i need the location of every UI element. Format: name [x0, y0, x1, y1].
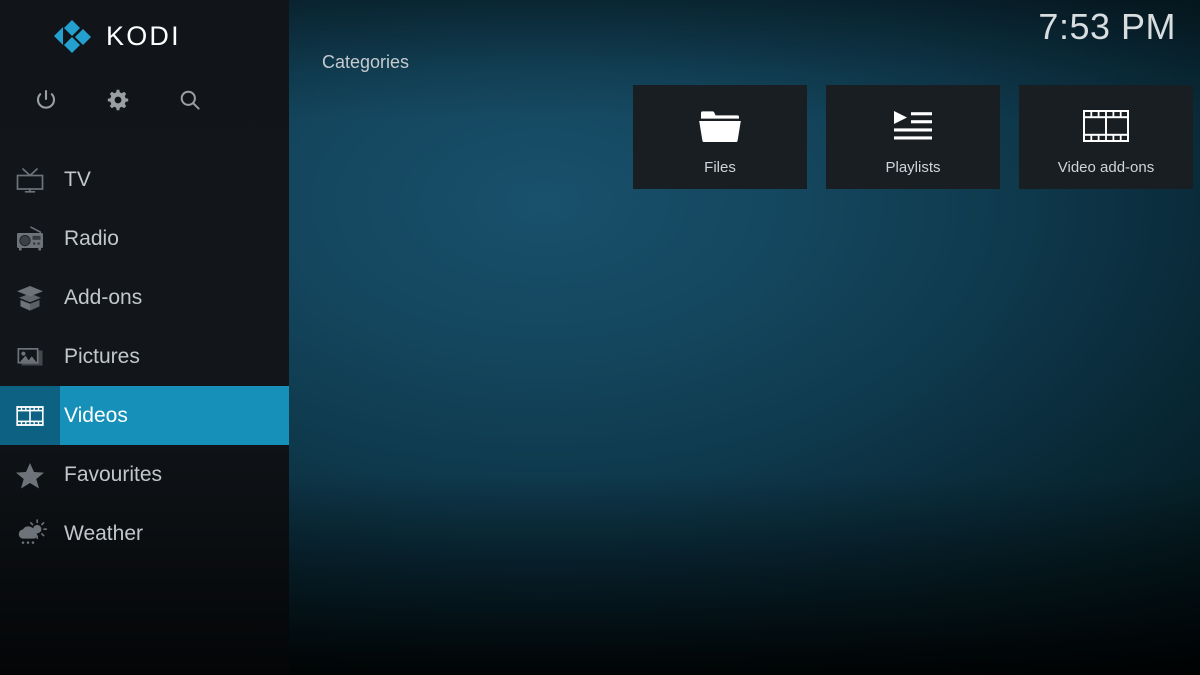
tile-playlists[interactable]: Playlists [826, 85, 1000, 189]
content-area: Categories Files [289, 0, 1200, 675]
folder-icon [693, 103, 747, 149]
settings-button[interactable] [82, 88, 154, 112]
sidebar-item-pictures[interactable]: Pictures [0, 327, 289, 386]
sidebar-item-label: Pictures [60, 345, 140, 369]
tile-label: Video add-ons [1058, 159, 1154, 176]
brand-name: KODI [106, 21, 181, 52]
pictures-icon [0, 327, 60, 386]
sidebar-item-addons[interactable]: Add-ons [0, 268, 289, 327]
power-icon [34, 88, 58, 112]
weather-icon [0, 504, 60, 563]
search-icon [178, 88, 202, 112]
main-menu: TV Radio [0, 150, 289, 563]
radio-icon [0, 209, 60, 268]
tile-video-addons[interactable]: Video add-ons [1019, 85, 1193, 189]
tile-files[interactable]: Files [633, 85, 807, 189]
tile-label: Playlists [885, 159, 940, 176]
category-tiles: Files Playlists [633, 85, 1193, 189]
film-strip-icon [0, 386, 60, 445]
sidebar-item-label: Radio [60, 227, 119, 251]
sidebar-item-radio[interactable]: Radio [0, 209, 289, 268]
film-strip-icon [1081, 103, 1131, 149]
quick-action-bar [0, 74, 289, 126]
sidebar-item-label: TV [60, 168, 91, 192]
tv-icon [0, 150, 60, 209]
sidebar: KODI [0, 0, 289, 675]
sidebar-item-weather[interactable]: Weather [0, 504, 289, 563]
sidebar-item-tv[interactable]: TV [0, 150, 289, 209]
kodi-logo-icon [52, 19, 92, 53]
sidebar-item-label: Videos [60, 404, 128, 428]
clock: 7:53 PM [1038, 6, 1176, 48]
sidebar-item-videos[interactable]: Videos [0, 386, 289, 445]
tile-label: Files [704, 159, 736, 176]
sidebar-item-label: Weather [60, 522, 143, 546]
power-button[interactable] [10, 88, 82, 112]
sidebar-item-label: Favourites [60, 463, 162, 487]
sidebar-item-label: Add-ons [60, 286, 142, 310]
section-label: Categories [322, 52, 409, 73]
search-button[interactable] [154, 88, 226, 112]
addons-box-icon [0, 268, 60, 327]
sidebar-item-favourites[interactable]: Favourites [0, 445, 289, 504]
gear-icon [106, 88, 130, 112]
playlist-icon [890, 103, 936, 149]
kodi-window: KODI [0, 0, 1200, 675]
brand: KODI [0, 0, 289, 72]
star-icon [0, 445, 60, 504]
